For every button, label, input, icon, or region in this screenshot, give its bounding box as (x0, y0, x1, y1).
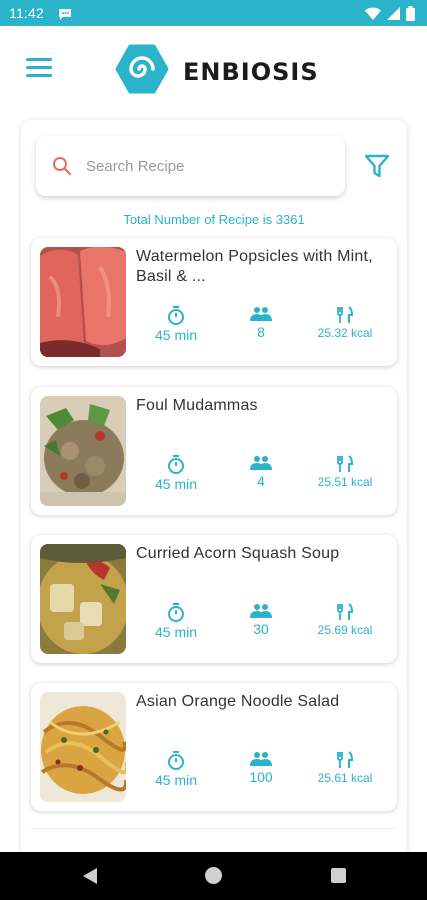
enbiosis-logo-icon (115, 44, 169, 99)
cook-time-value: 45 min (154, 624, 198, 640)
menu-icon-line (26, 74, 52, 77)
status-icons (365, 6, 415, 26)
recipe-image (40, 247, 126, 357)
cook-time-value: 45 min (154, 476, 198, 492)
servings: 8 (226, 306, 296, 340)
recipe-card[interactable]: Foul Mudammas 45 min 4 25.51 kcal (31, 387, 397, 515)
recipe-card[interactable]: Curried Acorn Squash Soup 45 min 30 25.6… (31, 535, 397, 663)
calories-value: 25.51 kcal (317, 475, 373, 489)
menu-icon-line (26, 66, 52, 69)
message-notification-icon (58, 7, 72, 25)
cook-time: 45 min (141, 455, 211, 492)
recipe-image (40, 692, 126, 802)
calories-value: 25.32 kcal (317, 326, 373, 340)
recipe-panel: Total Number of Recipe is 3361 Watermelo… (21, 120, 407, 860)
cook-time: 45 min (141, 751, 211, 788)
people-icon (250, 752, 272, 766)
status-bar: 11:42 (0, 0, 427, 26)
cutlery-icon (337, 455, 354, 472)
cutlery-icon (337, 306, 354, 323)
battery-icon (406, 6, 415, 26)
menu-icon-line (26, 58, 52, 61)
servings: 30 (226, 603, 296, 637)
recipe-card[interactable]: Asian Orange Noodle Salad 45 min 100 25.… (31, 683, 397, 811)
brand-name: ENBIOSIS (183, 57, 319, 86)
cook-time-value: 45 min (154, 327, 198, 343)
servings-value: 4 (257, 473, 265, 489)
calories: 25.69 kcal (310, 603, 380, 637)
calories: 25.51 kcal (310, 455, 380, 489)
timer-icon (168, 603, 184, 622)
servings-value: 100 (249, 769, 273, 785)
calories-value: 25.69 kcal (317, 623, 373, 637)
cutlery-icon (337, 603, 354, 620)
timer-icon (168, 751, 184, 770)
system-nav-bar (0, 852, 427, 900)
recipe-card[interactable]: Watermelon Popsicles with Mint, Basil & … (31, 238, 397, 366)
cook-time-value: 45 min (154, 772, 198, 788)
filter-button[interactable] (364, 153, 390, 184)
search-icon (52, 156, 72, 181)
cell-signal-icon (387, 7, 400, 25)
calories-value: 25.61 kcal (317, 771, 373, 785)
calories: 25.32 kcal (310, 306, 380, 340)
filter-icon (364, 154, 390, 178)
servings: 100 (226, 751, 296, 785)
cook-time: 45 min (141, 603, 211, 640)
wifi-icon (365, 7, 381, 25)
search-box (36, 136, 345, 196)
recipe-title: Watermelon Popsicles with Mint, Basil & … (136, 248, 373, 285)
home-icon[interactable] (205, 867, 222, 884)
menu-button[interactable] (26, 58, 52, 80)
status-time: 11:42 (9, 5, 44, 21)
search-input[interactable] (86, 150, 326, 182)
people-icon (250, 456, 272, 470)
recipe-image (40, 396, 126, 506)
recipe-title: Curried Acorn Squash Soup (136, 545, 340, 562)
servings-value: 30 (253, 621, 269, 637)
recipe-image (40, 544, 126, 654)
recipe-title: Asian Orange Noodle Salad (136, 693, 340, 710)
back-icon[interactable] (82, 867, 98, 890)
total-recipes-text: Total Number of Recipe is 3361 (123, 212, 305, 227)
app-header: ENBIOSIS (0, 26, 427, 116)
recents-icon[interactable] (331, 868, 346, 883)
calories: 25.61 kcal (310, 751, 380, 785)
brand-logo: ENBIOSIS (115, 44, 319, 99)
servings: 4 (226, 455, 296, 489)
people-icon (250, 604, 272, 618)
recipe-title: Foul Mudammas (136, 397, 258, 414)
timer-icon (168, 455, 184, 474)
cutlery-icon (337, 751, 354, 768)
servings-value: 8 (257, 324, 265, 340)
people-icon (250, 307, 272, 321)
list-divider (31, 828, 397, 829)
timer-icon (168, 306, 184, 325)
cook-time: 45 min (141, 306, 211, 343)
